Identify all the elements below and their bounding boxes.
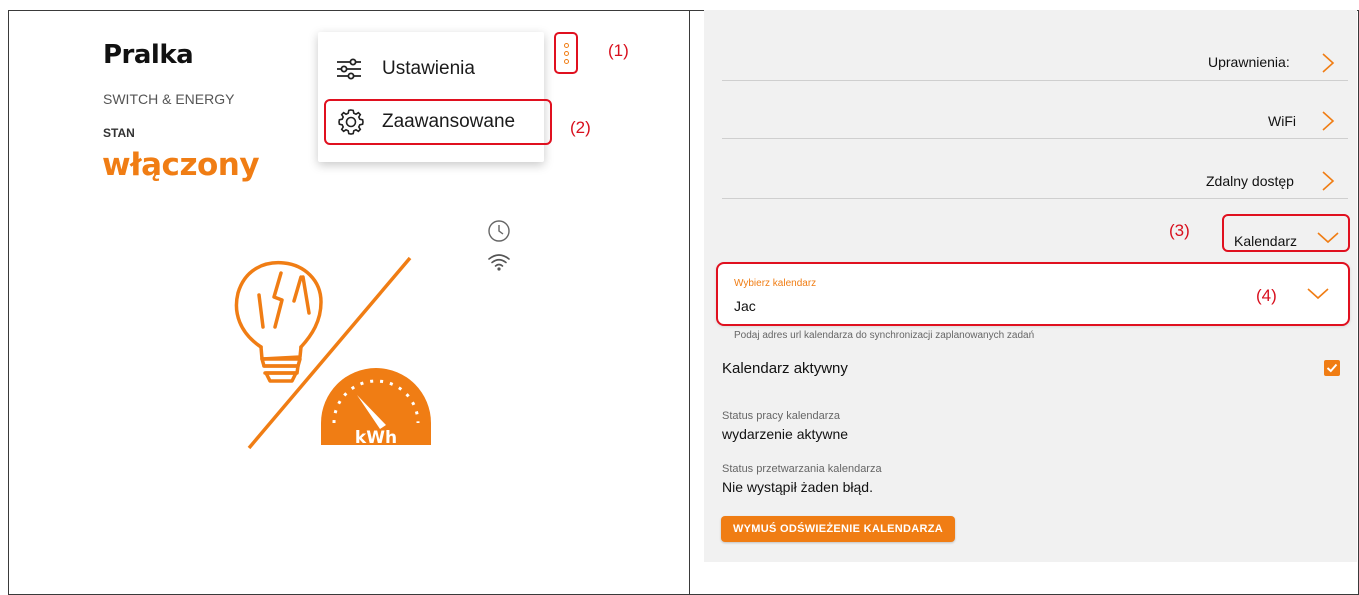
device-illustration: kWh: [234, 256, 431, 450]
clock-icon: [488, 220, 510, 242]
menu-item-advanced[interactable]: Zaawansowane: [324, 99, 552, 145]
refresh-calendar-button[interactable]: WYMUŚ ODŚWIEŻENIE KALENDARZA: [721, 516, 955, 542]
gear-icon: [338, 109, 364, 135]
annotation-2: (2): [570, 118, 591, 137]
device-subtitle: SWITCH & ENERGY: [103, 91, 235, 107]
chevron-down-icon: [1307, 288, 1329, 300]
wifi-icon: [488, 254, 510, 271]
menu-item-advanced-label: Zaawansowane: [382, 111, 516, 132]
lightbulb-icon: [234, 260, 323, 383]
annotation-1: (1): [608, 41, 629, 60]
chevron-right-icon[interactable]: [1320, 170, 1336, 192]
menu-item-settings-label: Ustawienia: [382, 58, 475, 79]
work-status-value: wydarzenie aktywne: [722, 426, 849, 442]
calendar-active-checkbox[interactable]: [1324, 360, 1340, 376]
row-label-remote-access[interactable]: Zdalny dostęp: [1206, 173, 1294, 189]
device-title: Pralka: [103, 40, 194, 70]
overflow-menu: Ustawienia Zaawansowane: [318, 32, 552, 162]
process-status-value: Nie wystąpił żaden błąd.: [722, 479, 873, 495]
panel-divider: [689, 10, 690, 595]
chevron-right-icon[interactable]: [1320, 52, 1336, 74]
calendar-select-value: Jac: [734, 298, 756, 314]
row-divider: [722, 198, 1348, 199]
row-label-permissions[interactable]: Uprawnienia:: [1208, 54, 1290, 70]
calendar-active-label: Kalendarz aktywny: [722, 360, 848, 377]
row-divider: [722, 80, 1348, 81]
dot-icon: [563, 50, 569, 56]
annotation-4: (4): [1256, 286, 1277, 305]
row-label-wifi[interactable]: WiFi: [1268, 113, 1296, 129]
calendar-hint: Podaj adres url kalendarza do synchroniz…: [734, 330, 1035, 341]
kebab-menu-button[interactable]: [554, 32, 578, 74]
calendar-select[interactable]: Wybierz kalendarz Jac (4): [716, 262, 1350, 326]
state-value: włączony: [102, 147, 260, 183]
process-status-label: Status przetwarzania kalendarza: [722, 463, 882, 475]
state-label: STAN: [103, 126, 135, 140]
sliders-icon: [337, 58, 361, 80]
row-divider: [722, 138, 1348, 139]
row-label-calendar: Kalendarz: [1234, 233, 1298, 249]
kwh-label: kWh: [355, 428, 397, 448]
menu-item-settings[interactable]: Ustawienia: [318, 46, 544, 92]
chevron-right-icon[interactable]: [1320, 110, 1336, 132]
dot-icon: [563, 42, 569, 48]
checkmark-icon: [1326, 363, 1338, 373]
dot-icon: [563, 58, 569, 64]
calendar-section-toggle[interactable]: Kalendarz: [1222, 214, 1350, 252]
annotation-3: (3): [1169, 221, 1190, 240]
chevron-down-icon: [1317, 232, 1339, 244]
work-status-label: Status pracy kalendarza: [722, 410, 841, 422]
calendar-select-label: Wybierz kalendarz: [734, 278, 817, 289]
